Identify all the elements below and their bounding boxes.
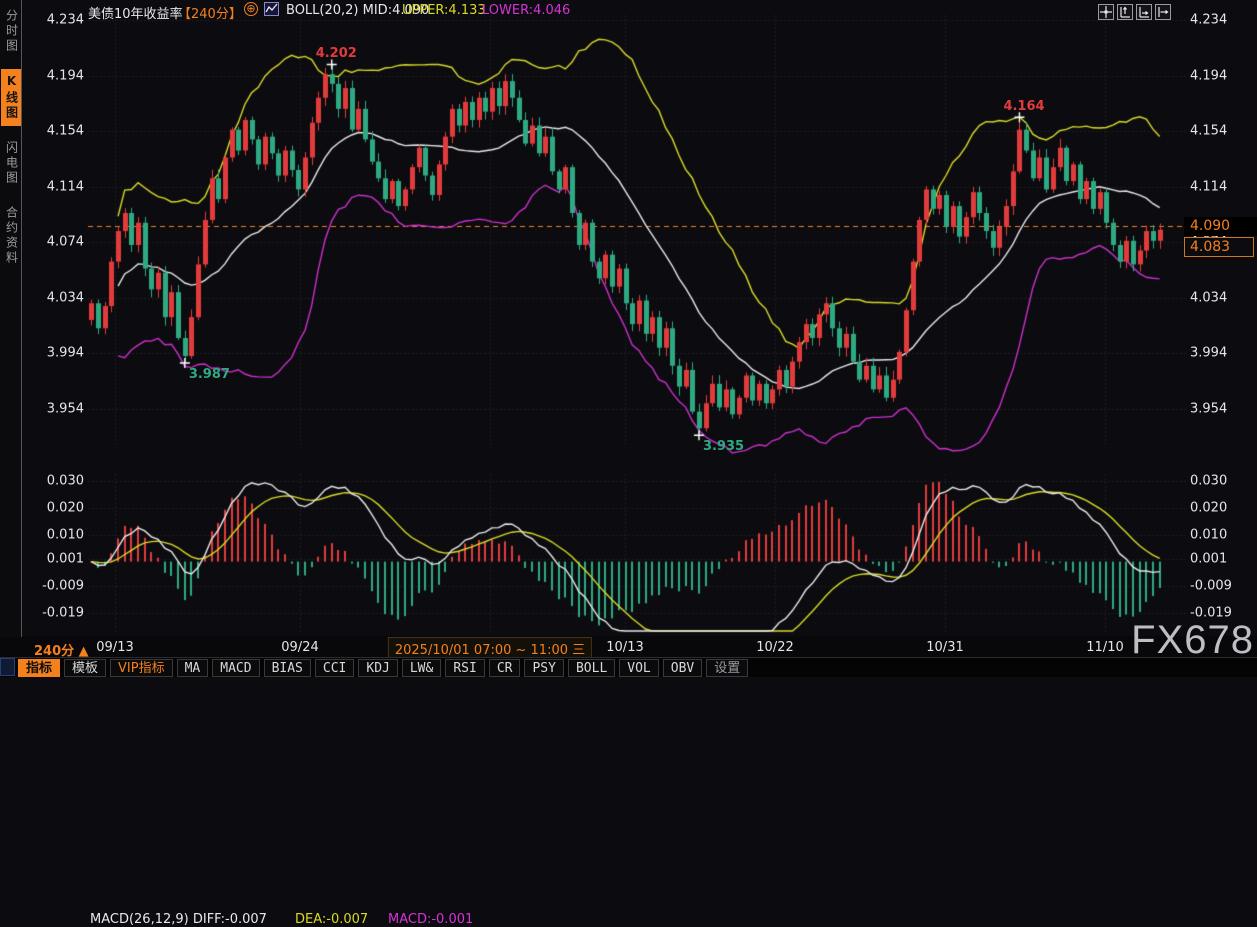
- trading-app: 分时图 K线图闪电图合约资料 美债10年收益率 【240分】 ⊕ BOLL(20,…: [0, 0, 1257, 677]
- sidebar-tab-1[interactable]: 分时图: [1, 4, 21, 59]
- y-axis-label: 0.010: [1190, 527, 1257, 542]
- add-indicator-icon[interactable]: ⊕: [244, 2, 258, 16]
- toolbar-item-OBV[interactable]: OBV: [663, 659, 702, 677]
- y-axis-label: 3.994: [1190, 346, 1257, 361]
- y-axis-label: 4.194: [1190, 68, 1257, 83]
- x-axis-label: 10/31: [926, 640, 963, 655]
- y-axis-label: 4.154: [26, 124, 84, 139]
- toolbar-item-指标[interactable]: 指标: [18, 659, 60, 677]
- current-price-badge: 4.090: [1184, 217, 1257, 236]
- axis-shift-icon[interactable]: [1155, 4, 1171, 20]
- axis-pan-icon[interactable]: [1136, 4, 1152, 20]
- sidebar: 分时图 K线图闪电图合约资料: [0, 0, 22, 637]
- price-annotation: 3.935: [703, 439, 744, 454]
- axis-zoom-icon[interactable]: [1117, 4, 1133, 20]
- y-axis-label: -0.009: [26, 578, 84, 593]
- last-price-badge: 4.083: [1184, 237, 1254, 257]
- x-axis-label: 10/13: [606, 640, 643, 655]
- toolbar-item-VOL[interactable]: VOL: [619, 659, 658, 677]
- chart-canvas[interactable]: [0, 0, 1257, 677]
- crosshair-icon[interactable]: [1098, 4, 1114, 20]
- y-axis-label: 3.994: [26, 346, 84, 361]
- price-annotation: 4.164: [1003, 99, 1044, 114]
- sidebar-tab-4[interactable]: 合约资料: [1, 201, 21, 271]
- y-axis-label: 0.020: [1190, 500, 1257, 515]
- toolbar-item-BOLL[interactable]: BOLL: [568, 659, 615, 677]
- x-axis-label: 11/10: [1086, 640, 1123, 655]
- boll-upper-readout: UPPER:4.133: [402, 3, 486, 18]
- x-axis-label: 10/22: [756, 640, 793, 655]
- toolbar-item-BIAS[interactable]: BIAS: [264, 659, 311, 677]
- boll-lower-readout: LOWER:4.046: [482, 3, 570, 18]
- y-axis-label: 4.114: [1190, 179, 1257, 194]
- y-axis-label: 3.954: [1190, 401, 1257, 416]
- y-axis-label: 0.030: [1190, 473, 1257, 488]
- x-axis-label: 09/24: [281, 640, 318, 655]
- watermark: FX678: [1131, 618, 1254, 663]
- macd-readout: MACD(26,12,9) DIFF:-0.007: [90, 912, 267, 927]
- y-axis-label: 4.234: [26, 12, 84, 27]
- indicator-toolbar: 指标模板VIP指标MAMACD BIASCCIKDJ LW&RSI CRPSY BOLL…: [0, 657, 1257, 677]
- chart-tools: [1098, 4, 1171, 20]
- y-axis-label: -0.019: [26, 605, 84, 620]
- toolbar-item-设置[interactable]: 设置: [706, 659, 748, 677]
- y-axis-label: 0.020: [26, 500, 84, 515]
- toolbar-item-CR[interactable]: CR: [489, 659, 521, 677]
- y-axis-label: 4.234: [1190, 12, 1257, 27]
- toolbar-item-PSY[interactable]: PSY: [524, 659, 563, 677]
- bottom-left-icon[interactable]: [0, 658, 15, 676]
- price-annotation: 4.202: [316, 46, 357, 61]
- dea-readout: DEA:-0.007: [295, 912, 368, 927]
- mini-chart-icon[interactable]: [264, 2, 279, 16]
- toolbar-item-KDJ[interactable]: KDJ: [358, 659, 397, 677]
- chart-header: 美债10年收益率 【240分】 ⊕ BOLL(20,2) MID:4.090 U…: [22, 0, 1257, 20]
- toolbar-item-LW&[interactable]: LW&: [402, 659, 441, 677]
- period-badge[interactable]: 【240分】: [178, 3, 242, 22]
- sidebar-tab-3[interactable]: 闪电图: [1, 136, 21, 191]
- y-axis-label: 4.034: [1190, 290, 1257, 305]
- y-axis-label: 4.074: [26, 235, 84, 250]
- y-axis-label: 0.001: [26, 551, 84, 566]
- y-axis-label: 4.114: [26, 179, 84, 194]
- toolbar-item-RSI[interactable]: RSI: [445, 659, 484, 677]
- y-axis-label: 0.010: [26, 527, 84, 542]
- toolbar-item-VIP指标[interactable]: VIP指标: [110, 659, 173, 677]
- toolbar-item-MA[interactable]: MA: [177, 659, 209, 677]
- sidebar-tab-2[interactable]: K线图: [1, 69, 21, 126]
- toolbar-item-模板[interactable]: 模板: [64, 659, 106, 677]
- y-axis-label: 4.034: [26, 290, 84, 305]
- y-axis-label: 0.030: [26, 473, 84, 488]
- y-axis-label: -0.009: [1190, 578, 1257, 593]
- x-axis-label: 09/13: [96, 640, 133, 655]
- macd-hist-readout: MACD:-0.001: [388, 912, 473, 927]
- price-annotation: 3.987: [189, 367, 230, 382]
- instrument-title: 美债10年收益率: [88, 3, 183, 22]
- y-axis-label: 4.194: [26, 68, 84, 83]
- y-axis-label: 0.001: [1190, 551, 1257, 566]
- toolbar-item-MACD[interactable]: MACD: [212, 659, 259, 677]
- y-axis-label: 4.154: [1190, 124, 1257, 139]
- y-axis-label: 3.954: [26, 401, 84, 416]
- toolbar-item-CCI[interactable]: CCI: [315, 659, 354, 677]
